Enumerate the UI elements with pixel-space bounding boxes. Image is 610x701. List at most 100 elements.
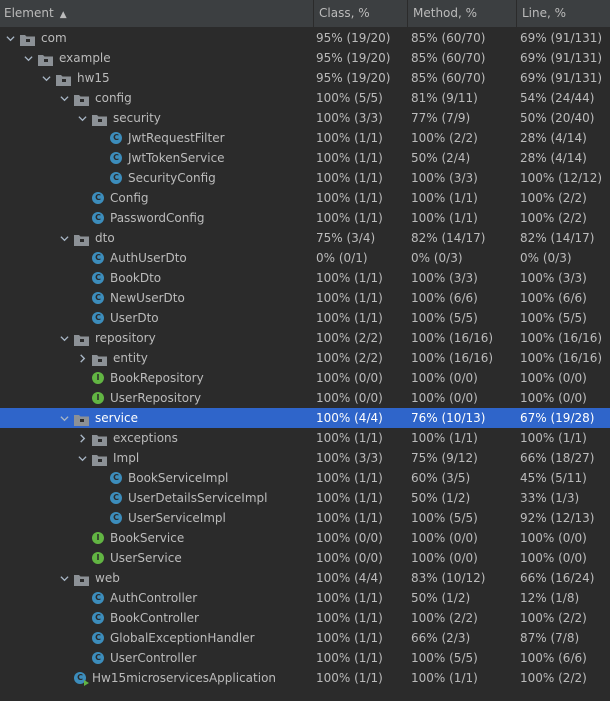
tree-row[interactable]: config 100% (5/5) 81% (9/11) 54% (24/44) bbox=[0, 88, 610, 108]
tree-row[interactable]: repository 100% (2/2) 100% (16/16) 100% (16… bbox=[0, 328, 610, 348]
class-coverage: 100% (1/1) bbox=[316, 491, 383, 505]
coverage-tree: com 95% (19/20) 85% (60/70) 69% (91/131) exa… bbox=[0, 28, 610, 688]
tree-row[interactable]: C SecurityConfig 100% (1/1) 100% (3/3) 100% … bbox=[0, 168, 610, 188]
header-line-label: Line, % bbox=[522, 6, 567, 20]
package-folder-icon bbox=[74, 572, 89, 586]
tree-row[interactable]: web 100% (4/4) 83% (10/12) 66% (16/24) bbox=[0, 568, 610, 588]
tree-row[interactable]: security 100% (3/3) 77% (7/9) 50% (20/40) bbox=[0, 108, 610, 128]
tree-row[interactable]: hw15 95% (19/20) 85% (60/70) 69% (91/131) bbox=[0, 68, 610, 88]
tree-row[interactable]: C PasswordConfig 100% (1/1) 100% (1/1) 100% … bbox=[0, 208, 610, 228]
method-coverage: 100% (1/1) bbox=[411, 431, 478, 445]
tree-row[interactable]: dto 75% (3/4) 82% (14/17) 82% (14/17) bbox=[0, 228, 610, 248]
method-coverage: 100% (0/0) bbox=[411, 531, 478, 545]
tree-row[interactable]: exceptions 100% (1/1) 100% (1/1) 100% (1/1) bbox=[0, 428, 610, 448]
chevron-down-icon[interactable] bbox=[4, 32, 16, 44]
line-coverage: 69% (91/131) bbox=[520, 51, 603, 65]
tree-row[interactable]: C JwtTokenService 100% (1/1) 50% (2/4) 28% (… bbox=[0, 148, 610, 168]
tree-row[interactable]: C UserDetailsServiceImpl 100% (1/1) 50% (1/… bbox=[0, 488, 610, 508]
tree-row-element: exceptions bbox=[76, 428, 178, 448]
class-coverage: 100% (3/3) bbox=[316, 111, 383, 125]
tree-row[interactable]: com 95% (19/20) 85% (60/70) 69% (91/131) bbox=[0, 28, 610, 48]
chevron-down-icon[interactable] bbox=[58, 572, 70, 584]
tree-row[interactable]: C BookController 100% (1/1) 100% (2/2) 100% … bbox=[0, 608, 610, 628]
method-coverage: 50% (1/2) bbox=[411, 491, 471, 505]
tree-row[interactable]: C NewUserDto 100% (1/1) 100% (6/6) 100% (6/6… bbox=[0, 288, 610, 308]
tree-row[interactable]: service 100% (4/4) 76% (10/13) 67% (19/28) bbox=[0, 408, 610, 428]
tree-row[interactable]: C GlobalExceptionHandler 100% (1/1) 66% (2/… bbox=[0, 628, 610, 648]
tree-row[interactable]: I UserRepository 100% (0/0) 100% (0/0) 100% … bbox=[0, 388, 610, 408]
class-coverage: 100% (0/0) bbox=[316, 551, 383, 565]
column-header: Element ▲ Class, % Method, % Line, % bbox=[0, 0, 610, 28]
tree-row-label: entity bbox=[113, 351, 148, 365]
line-coverage: 69% (91/131) bbox=[520, 71, 603, 85]
class-coverage: 100% (1/1) bbox=[316, 611, 383, 625]
method-coverage: 85% (60/70) bbox=[411, 31, 486, 45]
tree-row-element: C UserDto bbox=[92, 308, 159, 328]
tree-row[interactable]: C UserDto 100% (1/1) 100% (5/5) 100% (5/5) bbox=[0, 308, 610, 328]
tree-row[interactable]: C UserServiceImpl 100% (1/1) 100% (5/5) 92% … bbox=[0, 508, 610, 528]
tree-row[interactable]: C JwtRequestFilter 100% (1/1) 100% (2/2) 28%… bbox=[0, 128, 610, 148]
tree-row-element: config bbox=[58, 88, 132, 108]
class-icon: C bbox=[92, 312, 104, 324]
chevron-down-icon[interactable] bbox=[40, 72, 52, 84]
chevron-right-icon[interactable] bbox=[76, 432, 88, 444]
tree-row[interactable]: C BookDto 100% (1/1) 100% (3/3) 100% (3/3) bbox=[0, 268, 610, 288]
tree-row-element: C BookServiceImpl bbox=[110, 468, 228, 488]
tree-row[interactable]: entity 100% (2/2) 100% (16/16) 100% (16/16) bbox=[0, 348, 610, 368]
tree-row[interactable]: I BookService 100% (0/0) 100% (0/0) 100% (0/… bbox=[0, 528, 610, 548]
line-coverage: 100% (1/1) bbox=[520, 431, 587, 445]
chevron-down-icon[interactable] bbox=[22, 52, 34, 64]
tree-row[interactable]: C UserController 100% (1/1) 100% (5/5) 100% … bbox=[0, 648, 610, 668]
tree-row[interactable]: C Config 100% (1/1) 100% (1/1) 100% (2/2) bbox=[0, 188, 610, 208]
tree-row[interactable]: I BookRepository 100% (0/0) 100% (0/0) 100% … bbox=[0, 368, 610, 388]
chevron-down-icon[interactable] bbox=[76, 452, 88, 464]
method-coverage: 60% (3/5) bbox=[411, 471, 471, 485]
tree-row[interactable]: example 95% (19/20) 85% (60/70) 69% (91/131… bbox=[0, 48, 610, 68]
header-class[interactable]: Class, % bbox=[313, 0, 407, 27]
tree-row-label: exceptions bbox=[113, 431, 178, 445]
line-coverage: 100% (0/0) bbox=[520, 551, 587, 565]
tree-row-label: Config bbox=[110, 191, 149, 205]
chevron-down-icon[interactable] bbox=[76, 112, 88, 124]
tree-row[interactable]: I UserService 100% (0/0) 100% (0/0) 100% (0/… bbox=[0, 548, 610, 568]
chevron-down-icon[interactable] bbox=[58, 232, 70, 244]
chevron-down-icon[interactable] bbox=[58, 412, 70, 424]
header-element-label: Element bbox=[4, 6, 54, 20]
method-coverage: 76% (10/13) bbox=[411, 411, 486, 425]
chevron-right-icon[interactable] bbox=[76, 352, 88, 364]
tree-row-label: AuthUserDto bbox=[110, 251, 187, 265]
tree-row-label: UserController bbox=[110, 651, 197, 665]
header-element[interactable]: Element ▲ bbox=[0, 0, 313, 27]
tree-row[interactable]: C AuthUserDto 0% (0/1) 0% (0/3) 0% (0/3) bbox=[0, 248, 610, 268]
sort-ascending-icon: ▲ bbox=[59, 10, 67, 20]
class-coverage: 100% (4/4) bbox=[316, 411, 383, 425]
method-coverage: 100% (1/1) bbox=[411, 211, 478, 225]
method-coverage: 100% (2/2) bbox=[411, 131, 478, 145]
method-coverage: 85% (60/70) bbox=[411, 71, 486, 85]
tree-row-element: com bbox=[4, 28, 67, 48]
header-method[interactable]: Method, % bbox=[407, 0, 516, 27]
package-folder-icon bbox=[56, 72, 71, 86]
class-coverage: 100% (1/1) bbox=[316, 631, 383, 645]
tree-row-label: UserServiceImpl bbox=[128, 511, 226, 525]
line-coverage: 100% (6/6) bbox=[520, 651, 587, 665]
tree-row-label: GlobalExceptionHandler bbox=[110, 631, 255, 645]
application-class-icon: C bbox=[74, 672, 89, 686]
tree-row[interactable]: Impl 100% (3/3) 75% (9/12) 66% (18/27) bbox=[0, 448, 610, 468]
class-coverage: 100% (1/1) bbox=[316, 271, 383, 285]
tree-row[interactable]: C Hw15microservicesApplication 100% (1/1) 1… bbox=[0, 668, 610, 688]
header-class-label: Class, % bbox=[319, 6, 370, 20]
class-icon: C bbox=[110, 472, 122, 484]
class-icon: C bbox=[92, 272, 104, 284]
package-folder-icon bbox=[74, 412, 89, 426]
class-coverage: 100% (1/1) bbox=[316, 311, 383, 325]
tree-row-label: NewUserDto bbox=[110, 291, 185, 305]
chevron-down-icon[interactable] bbox=[58, 92, 70, 104]
chevron-down-icon[interactable] bbox=[58, 332, 70, 344]
interface-icon: I bbox=[92, 532, 104, 544]
class-coverage: 100% (1/1) bbox=[316, 131, 383, 145]
header-line[interactable]: Line, % bbox=[516, 0, 610, 27]
line-coverage: 100% (16/16) bbox=[520, 351, 603, 365]
tree-row[interactable]: C AuthController 100% (1/1) 50% (1/2) 12% (1… bbox=[0, 588, 610, 608]
tree-row[interactable]: C BookServiceImpl 100% (1/1) 60% (3/5) 45% (… bbox=[0, 468, 610, 488]
